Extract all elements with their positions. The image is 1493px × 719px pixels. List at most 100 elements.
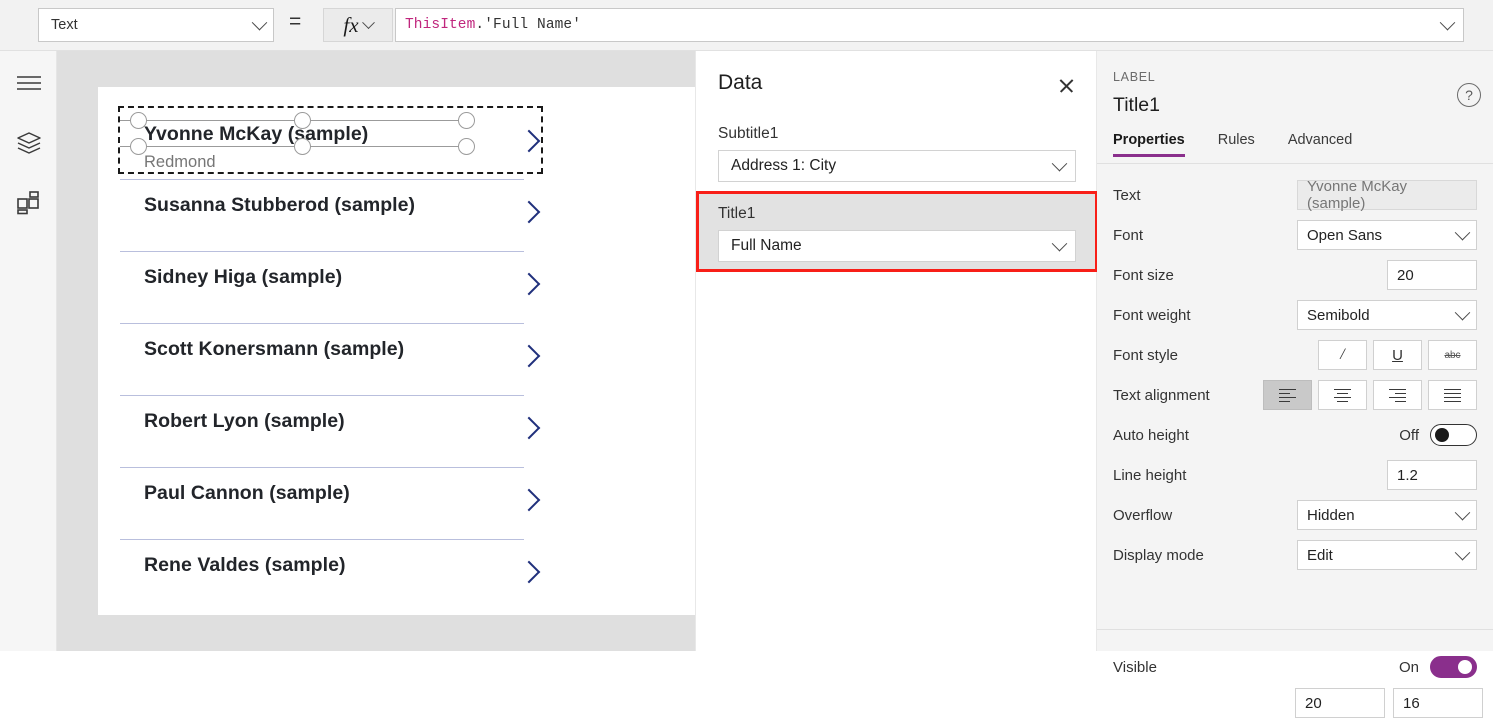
panel-divider: [1097, 629, 1493, 630]
chevron-down-icon: [1454, 544, 1471, 560]
gallery-item-title[interactable]: Rene Valdes (sample): [144, 554, 346, 577]
resize-handle-bottom-center[interactable]: [294, 138, 311, 155]
property-label-overflow: Overflow: [1113, 506, 1173, 524]
resize-handle-bottom-right[interactable]: [458, 138, 475, 155]
tab-rules[interactable]: Rules: [1218, 132, 1255, 157]
resize-handle-top-left[interactable]: [130, 112, 147, 129]
auto-height-state: Off: [1399, 426, 1419, 444]
strikethrough-button[interactable]: abc: [1428, 340, 1477, 370]
chevron-right-icon[interactable]: [517, 344, 541, 367]
property-label-font-size: Font size: [1113, 266, 1174, 284]
formula-input[interactable]: ThisItem.'Full Name': [395, 8, 1464, 42]
align-left-icon: [1279, 388, 1296, 403]
subtitle1-dropdown[interactable]: Address 1: City: [718, 150, 1076, 182]
formula-expand-chevron-icon[interactable]: [1439, 14, 1456, 30]
align-justify-icon: [1444, 388, 1461, 403]
position-y-input[interactable]: 16: [1393, 688, 1483, 718]
position-x-value: 20: [1305, 695, 1322, 712]
align-justify-button[interactable]: [1428, 380, 1477, 410]
subtitle1-value: Address 1: City: [731, 157, 837, 174]
title1-value: Full Name: [731, 237, 802, 254]
property-select-dropdown[interactable]: Text: [38, 8, 274, 42]
resize-handle-top-center[interactable]: [294, 112, 311, 129]
strikethrough-icon: abc: [1444, 349, 1461, 361]
gallery-item[interactable]: Robert Lyon (sample): [120, 396, 545, 467]
resize-handle-bottom-left[interactable]: [130, 138, 147, 155]
tab-advanced[interactable]: Advanced: [1288, 132, 1353, 157]
property-label-font: Font: [1113, 226, 1144, 244]
formula-token-object: ThisItem: [405, 17, 476, 33]
position-y-value: 16: [1403, 695, 1420, 712]
chevron-right-icon[interactable]: [517, 560, 541, 583]
underline-icon: U: [1392, 346, 1403, 364]
gallery-item[interactable]: Sidney Higa (sample): [120, 252, 545, 323]
gallery-item-title[interactable]: Susanna Stubberod (sample): [144, 194, 415, 217]
property-row-text: Text Yvonne McKay (sample): [1097, 175, 1493, 215]
gallery-item[interactable]: Rene Valdes (sample): [120, 540, 545, 611]
close-panel-button[interactable]: [1050, 69, 1082, 101]
font-weight-dropdown[interactable]: Semibold: [1297, 300, 1477, 330]
property-select-value: Text: [51, 17, 78, 33]
auto-height-toggle[interactable]: [1430, 424, 1477, 446]
chevron-down-icon: [1454, 304, 1471, 320]
chevron-right-icon[interactable]: [517, 488, 541, 511]
chevron-right-icon[interactable]: [517, 129, 541, 152]
control-name: Title1: [1113, 94, 1160, 116]
property-label-auto-height: Auto height: [1113, 426, 1189, 444]
gallery-item-title[interactable]: Sidney Higa (sample): [144, 266, 342, 289]
align-left-button[interactable]: [1263, 380, 1312, 410]
gallery-item[interactable]: Paul Cannon (sample): [120, 468, 545, 539]
font-size-value: 20: [1397, 266, 1414, 284]
align-center-icon: [1334, 388, 1351, 403]
help-icon[interactable]: ?: [1457, 83, 1481, 107]
app-screen-canvas[interactable]: Yvonne McKay (sample) Redmond Susanna St…: [98, 87, 695, 615]
overflow-dropdown[interactable]: Hidden: [1297, 500, 1477, 530]
fx-icon: fx: [343, 12, 359, 37]
chevron-down-icon: [361, 15, 375, 29]
property-row-auto-height: Auto height Off: [1097, 415, 1493, 455]
property-label-font-weight: Font weight: [1113, 306, 1191, 324]
position-x-input[interactable]: 20: [1295, 688, 1385, 718]
gallery-item-subtitle[interactable]: Redmond: [144, 153, 216, 172]
insert-components-icon[interactable]: [0, 180, 57, 226]
text-value-field[interactable]: Yvonne McKay (sample): [1297, 178, 1477, 212]
formula-token-rest: .'Full Name': [475, 17, 582, 33]
title1-dropdown[interactable]: Full Name: [718, 230, 1076, 262]
property-label-visible: Visible: [1113, 658, 1157, 676]
gallery-item-title[interactable]: Scott Konersmann (sample): [144, 338, 404, 361]
line-height-input[interactable]: 1.2: [1387, 460, 1477, 490]
gallery-item[interactable]: Scott Konersmann (sample): [120, 324, 545, 395]
property-row-line-height: Line height 1.2: [1097, 455, 1493, 495]
visible-toggle[interactable]: [1430, 656, 1477, 678]
display-mode-dropdown[interactable]: Edit: [1297, 540, 1477, 570]
data-field-title1: Title1 Full Name: [696, 191, 1098, 272]
formula-toolbar: Text = fx ThisItem.'Full Name': [0, 0, 1493, 51]
tab-properties[interactable]: Properties: [1113, 132, 1185, 157]
chevron-down-icon: [1454, 224, 1471, 240]
font-dropdown[interactable]: Open Sans: [1297, 220, 1477, 250]
align-center-button[interactable]: [1318, 380, 1367, 410]
chevron-right-icon[interactable]: [517, 200, 541, 223]
property-row-text-alignment: Text alignment: [1097, 375, 1493, 415]
display-mode-value: Edit: [1307, 546, 1333, 564]
layers-tree-view-icon[interactable]: [0, 120, 57, 166]
gallery-item-title[interactable]: Robert Lyon (sample): [144, 410, 345, 433]
hamburger-menu-icon[interactable]: [0, 60, 57, 106]
font-size-input[interactable]: 20: [1387, 260, 1477, 290]
gallery-item-title[interactable]: Yvonne McKay (sample): [144, 123, 368, 146]
italic-button[interactable]: /: [1318, 340, 1367, 370]
text-alignment-button-group: [1263, 380, 1477, 410]
underline-button[interactable]: U: [1373, 340, 1422, 370]
text-value: Yvonne McKay (sample): [1307, 178, 1408, 212]
gallery-item[interactable]: Susanna Stubberod (sample): [120, 180, 545, 251]
property-row-font: Font Open Sans: [1097, 215, 1493, 255]
fx-function-button[interactable]: fx: [323, 8, 393, 42]
gallery-item-title[interactable]: Paul Cannon (sample): [144, 482, 350, 505]
align-right-button[interactable]: [1373, 380, 1422, 410]
control-type-kicker: LABEL: [1113, 70, 1156, 84]
chevron-right-icon[interactable]: [517, 416, 541, 439]
resize-handle-top-right[interactable]: [458, 112, 475, 129]
chevron-right-icon[interactable]: [517, 272, 541, 295]
visible-state: On: [1398, 658, 1419, 676]
left-rail: [0, 51, 57, 651]
